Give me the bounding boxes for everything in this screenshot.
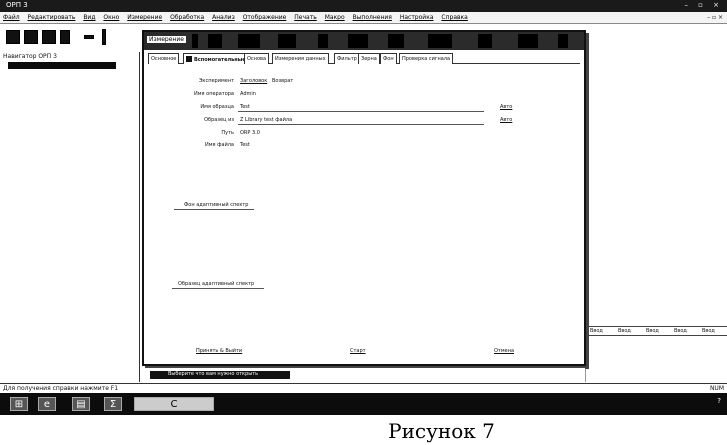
- experiment-value[interactable]: Заголовок: [240, 78, 267, 84]
- tool-icon[interactable]: [388, 34, 404, 48]
- tab-measurement-data[interactable]: Измерения данных: [272, 53, 329, 64]
- auto-button[interactable]: Авто: [500, 117, 512, 123]
- menu-window[interactable]: Окно: [100, 12, 122, 21]
- status-bar: Для получения справки нажмите F1 NUM: [0, 383, 727, 393]
- sample-name-field[interactable]: Test: [240, 104, 250, 110]
- tab-signal-check[interactable]: Проверка сигнала: [399, 53, 454, 64]
- filename-field[interactable]: Test: [240, 142, 250, 148]
- navigator-panel: Навигатор ОРП 3: [0, 52, 140, 382]
- tool-icon[interactable]: [478, 34, 492, 48]
- menu-help[interactable]: Справка: [438, 12, 470, 21]
- sample-spectrum-label: Образец адаптивный спектр: [178, 281, 255, 287]
- status-num: NUM: [709, 385, 724, 392]
- window-title: ОРП 3: [6, 1, 28, 9]
- taskbar: ⊞ e ▤ Σ C ?: [0, 393, 727, 415]
- window-controls[interactable]: – ▫ ×: [684, 1, 723, 9]
- tab-grains[interactable]: Зерна: [358, 53, 380, 64]
- new-file-icon[interactable]: [6, 30, 20, 44]
- tab-background[interactable]: Фон: [380, 53, 397, 64]
- app-icon[interactable]: Σ: [104, 397, 122, 411]
- sample-from-field[interactable]: Z Library test файла: [240, 117, 292, 123]
- menu-edit[interactable]: Редактировать: [25, 12, 79, 21]
- tool-icon[interactable]: [318, 34, 328, 48]
- column-headers: Ввод Ввод Ввод Ввод Ввод: [586, 326, 727, 336]
- menu-print[interactable]: Печать: [291, 12, 319, 21]
- navigator-item-selected[interactable]: [8, 62, 116, 69]
- dialog-tabs: Основное Вспомогательные Основа Измерени…: [148, 53, 580, 64]
- save-icon[interactable]: [60, 30, 70, 44]
- dialog-titlebar: Измерение: [144, 32, 584, 50]
- column-header[interactable]: Ввод: [646, 328, 659, 334]
- menu-view[interactable]: Вид: [80, 12, 98, 21]
- column-header[interactable]: Ввод: [674, 328, 687, 334]
- help-icon[interactable]: ?: [717, 397, 721, 405]
- navigator-title: Навигатор ОРП 3: [3, 53, 57, 60]
- cancel-button[interactable]: Отмена: [494, 348, 514, 354]
- start-icon[interactable]: ⊞: [10, 397, 28, 411]
- experiment-label: Эксперимент: [198, 78, 234, 84]
- path-field[interactable]: ORP 3.0: [240, 130, 260, 136]
- copy-icon[interactable]: [42, 30, 56, 44]
- menu-display[interactable]: Отображение: [240, 12, 290, 21]
- system-tray[interactable]: ?: [717, 397, 721, 405]
- open-folder-icon[interactable]: [24, 30, 38, 44]
- menu-run[interactable]: Выполнения: [350, 12, 395, 21]
- explorer-icon[interactable]: ▤: [72, 397, 90, 411]
- path-label: Путь: [221, 130, 234, 136]
- checkbox-icon[interactable]: [186, 56, 192, 62]
- operator-label: Имя оператора: [194, 91, 234, 97]
- measurement-dialog: Измерение Основное Вспомогательные Основ…: [142, 30, 586, 366]
- menu-analysis[interactable]: Анализ: [209, 12, 238, 21]
- tool-icon[interactable]: [238, 34, 260, 48]
- main-toolbar: [0, 25, 140, 51]
- menubar: Файл Редактировать Вид Окно Измерение Об…: [0, 12, 727, 24]
- menu-process[interactable]: Обработка: [167, 12, 207, 21]
- tab-base[interactable]: Основа: [244, 53, 270, 64]
- menu-file[interactable]: Файл: [0, 12, 23, 21]
- results-pane: Ввод Ввод Ввод Ввод Ввод: [585, 52, 727, 382]
- dialog-toolbar: [188, 34, 578, 48]
- sample-from-label: Образец из: [204, 117, 234, 123]
- active-app-icon[interactable]: C: [134, 397, 214, 411]
- section-underline: [172, 288, 264, 289]
- operator-field[interactable]: Admin: [240, 91, 256, 97]
- menu-settings[interactable]: Настройка: [397, 12, 437, 21]
- close-icon[interactable]: [558, 34, 568, 48]
- mdi-controls[interactable]: – ▫ ×: [707, 14, 723, 21]
- background-spectrum-label: Фон адаптивный спектр: [184, 202, 249, 208]
- apply-close-button[interactable]: Принять & Выйти: [196, 348, 242, 354]
- status-text: Для получения справки нажмите F1: [3, 385, 119, 392]
- tab-main[interactable]: Основное: [148, 53, 180, 64]
- minus-icon[interactable]: [84, 35, 94, 39]
- column-header[interactable]: Ввод: [618, 328, 631, 334]
- tab-filter[interactable]: Фильтр: [334, 53, 360, 64]
- dialog-title: Измерение: [147, 36, 186, 43]
- column-header[interactable]: Ввод: [590, 328, 603, 334]
- bottom-strip: Выберите что вам нужно открыть: [140, 368, 585, 382]
- tool-icon[interactable]: [518, 34, 538, 48]
- start-button[interactable]: Старт: [350, 348, 366, 354]
- task-button[interactable]: Выберите что вам нужно открыть: [150, 371, 290, 379]
- separator-icon: [102, 29, 106, 45]
- menu-macro[interactable]: Макро: [322, 12, 348, 21]
- sample-name-label: Имя образца: [200, 104, 234, 110]
- field-underline: [238, 124, 484, 125]
- section-underline: [174, 209, 254, 210]
- browser-icon[interactable]: e: [38, 397, 56, 411]
- tool-icon[interactable]: [278, 34, 296, 48]
- tab-label: Вспомогательные: [194, 57, 246, 63]
- menu-measure[interactable]: Измерение: [124, 12, 165, 21]
- window-titlebar: ОРП 3 – ▫ ×: [0, 0, 727, 12]
- tool-icon[interactable]: [192, 34, 198, 48]
- tool-icon[interactable]: [348, 34, 368, 48]
- tool-icon[interactable]: [428, 34, 452, 48]
- column-header[interactable]: Ввод: [702, 328, 715, 334]
- field-underline: [238, 111, 484, 112]
- experiment-return[interactable]: Возврат: [272, 78, 293, 84]
- filename-label: Имя файла: [205, 142, 234, 148]
- tab-auxiliary[interactable]: Вспомогательные: [183, 53, 249, 64]
- tool-icon[interactable]: [208, 34, 222, 48]
- figure-caption: Рисунок 7: [388, 419, 495, 443]
- auto-button[interactable]: Авто: [500, 104, 512, 110]
